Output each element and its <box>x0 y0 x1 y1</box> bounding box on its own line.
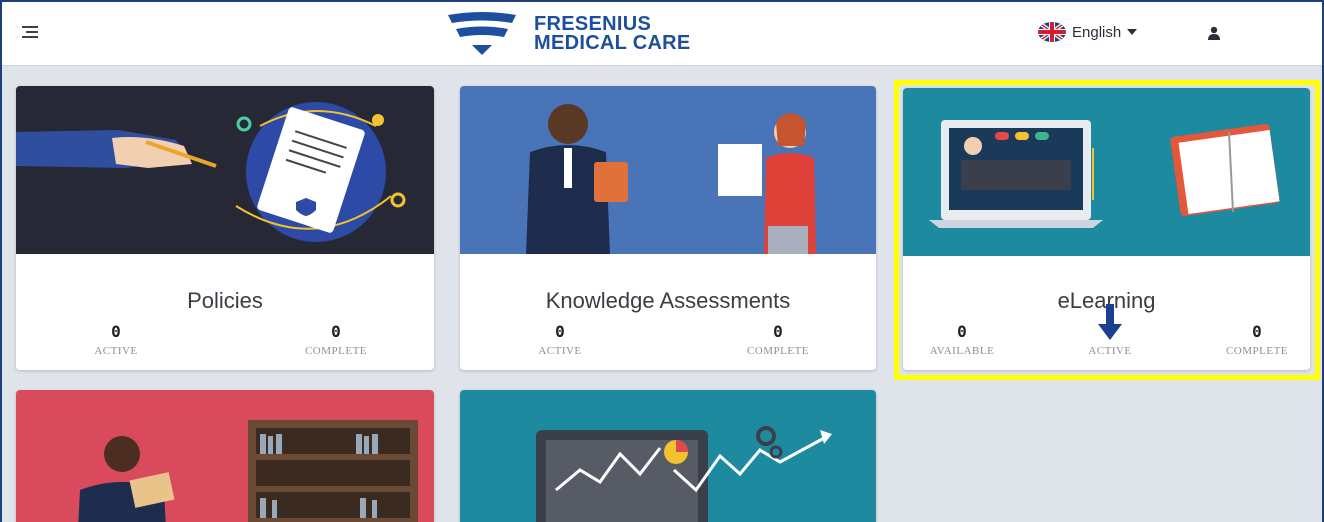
library-illustration <box>16 390 434 522</box>
stat-label: AVAILABLE <box>929 345 995 357</box>
stat-label: ACTIVE <box>538 345 582 357</box>
stat-value: 0 <box>773 322 783 341</box>
fresenius-logo-icon <box>448 12 516 55</box>
language-selector[interactable]: English <box>1038 22 1138 42</box>
elearning-illustration <box>903 88 1310 256</box>
stat-complete: 0 COMPLETE <box>1202 322 1310 357</box>
top-navbar: FRESENIUS MEDICAL CARE English <box>2 2 1322 66</box>
brand-line-2: MEDICAL CARE <box>534 32 691 54</box>
user-icon[interactable] <box>1207 26 1221 40</box>
knowledge-assessments-illustration <box>460 86 876 254</box>
stat-label: COMPLETE <box>746 345 810 357</box>
language-label: English <box>1072 23 1122 41</box>
card-library[interactable] <box>16 390 434 522</box>
brand-name: FRESENIUS MEDICAL CARE <box>534 14 691 54</box>
stat-value: 0 <box>555 322 565 341</box>
menu-icon[interactable] <box>22 26 38 40</box>
card-title: Policies <box>187 288 263 313</box>
chevron-down-icon <box>1127 29 1138 35</box>
stat-value: 0 <box>1252 322 1262 341</box>
stat-value: 0 <box>957 322 967 341</box>
stat-complete: 0 COMPLETE <box>281 322 391 357</box>
stat-available: 0 AVAILABLE <box>907 322 1017 357</box>
app-frame: FRESENIUS MEDICAL CARE English Policies … <box>0 0 1324 522</box>
card-title: Knowledge Assessments <box>545 288 791 313</box>
stat-complete: 0 COMPLETE <box>723 322 833 357</box>
card-policies[interactable]: Policies 0 ACTIVE 0 COMPLETE <box>16 86 434 370</box>
uk-flag-icon <box>1038 22 1066 42</box>
stat-label: ACTIVE <box>94 345 138 357</box>
policies-illustration <box>16 86 434 254</box>
stat-value: 0 <box>331 322 341 341</box>
annotation-down-arrow-icon <box>1098 304 1122 340</box>
analytics-illustration <box>460 390 876 522</box>
card-analytics[interactable] <box>460 390 876 522</box>
stat-label: ACTIVE <box>1088 345 1132 357</box>
stat-label: COMPLETE <box>1225 345 1289 357</box>
stat-value: 0 <box>111 322 121 341</box>
brand-logo[interactable]: FRESENIUS MEDICAL CARE <box>446 10 691 58</box>
stat-label: COMPLETE <box>304 345 368 357</box>
stat-active: 0 ACTIVE <box>505 322 615 357</box>
card-knowledge-assessments[interactable]: Knowledge Assessments 0 ACTIVE 0 COMPLET… <box>460 86 876 370</box>
stat-active: 0 ACTIVE <box>61 322 171 357</box>
